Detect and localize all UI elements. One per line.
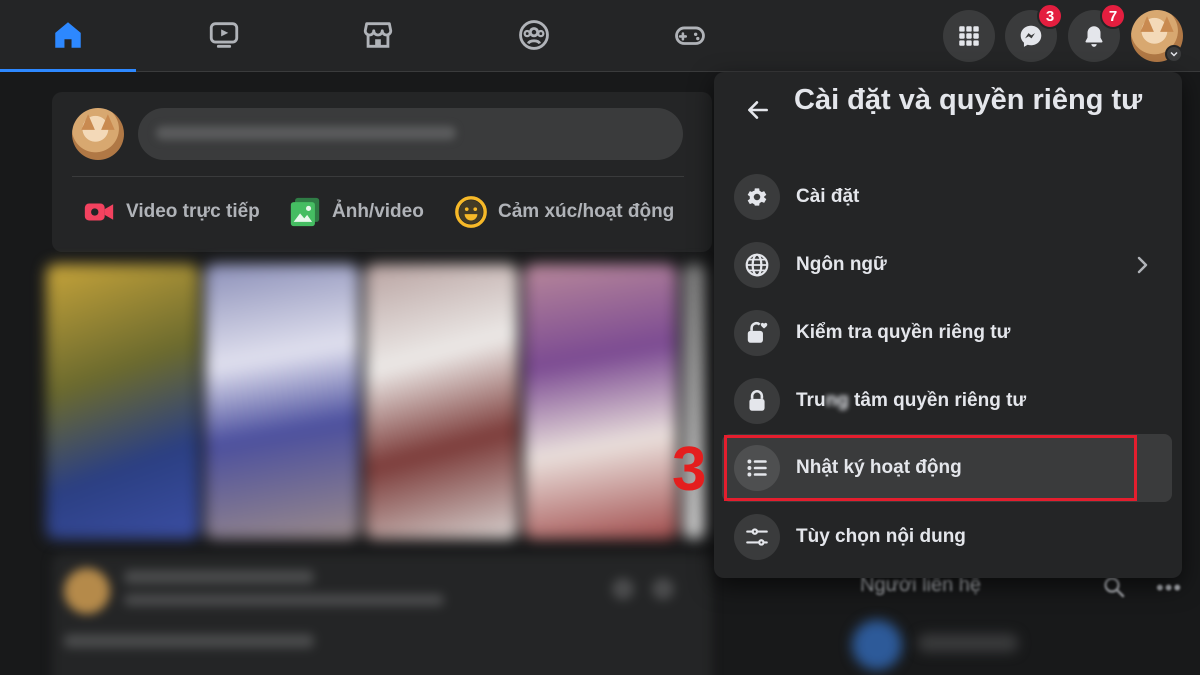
search-icon[interactable] [1102,575,1126,599]
lock-icon [734,378,780,424]
composer-divider [72,176,684,177]
bell-icon [1085,26,1103,47]
menu-item-label: Tùy chọn nội dung [796,526,966,547]
composer-avatar[interactable] [72,108,124,160]
notifications-button[interactable]: 7 [1068,3,1126,62]
tab-gaming[interactable] [622,0,758,70]
account-chevron-icon[interactable] [1165,45,1183,63]
messenger-button[interactable]: 3 [1005,3,1063,62]
tab-marketplace[interactable] [310,0,446,70]
photo-video-label: Ảnh/video [332,201,424,222]
groups-icon [519,20,549,50]
feeling-activity-button[interactable]: Cảm xúc/hoạt động [454,192,674,232]
highlight-box [724,435,1137,501]
feed-post-blurred [52,554,712,675]
back-button[interactable] [740,92,776,128]
grid-icon [959,26,979,46]
menu-grid-button[interactable] [943,10,995,62]
menu-item-privacy-center[interactable]: Trung tâm quyền riêng tư [722,370,1172,432]
menu-item-label: Kiểm tra quyền riêng tư [796,322,1011,343]
feeling-activity-label: Cảm xúc/hoạt động [498,201,675,222]
photo-video-button[interactable]: Ảnh/video [288,192,424,232]
tab-watch[interactable] [156,0,292,70]
marketplace-icon [363,22,393,48]
menu-item-label: Ngôn ngữ [796,254,887,275]
watch-video-icon [209,22,239,48]
composer-input[interactable] [138,108,683,160]
live-video-button[interactable]: Video trực tiếp [82,192,260,232]
more-options-icon[interactable]: ••• [1156,575,1182,601]
menu-item-label: Trung tâm quyền riêng tư [796,390,1026,412]
menu-item-language[interactable]: Ngôn ngữ [722,234,1172,296]
top-navigation-bar: 3 7 [0,0,1200,72]
blurred-placeholder [156,126,456,140]
menu-title: Cài đặt và quyền riêng tư [794,84,1143,116]
story-card[interactable] [46,264,200,539]
menu-item-settings[interactable]: Cài đặt [722,166,1172,228]
chevron-right-icon [1137,256,1148,274]
story-card[interactable] [523,264,677,539]
messenger-badge: 3 [1037,3,1063,29]
menu-item-privacy-checkup[interactable]: Kiểm tra quyền riêng tư [722,302,1172,364]
settings-privacy-menu: Cài đặt và quyền riêng tư Cài đặt Ngôn n… [714,72,1182,578]
sliders-icon [734,514,780,560]
live-video-icon [84,203,114,221]
step-number: 3 [672,435,707,504]
lock-heart-icon [734,310,780,356]
live-video-label: Video trực tiếp [126,201,260,222]
contact-avatar-blurred[interactable] [852,620,902,670]
stories-row-blurred [46,264,706,539]
menu-item-content-preferences[interactable]: Tùy chọn nội dung [722,506,1172,568]
messenger-icon [1020,25,1042,47]
gear-icon [734,174,780,220]
arrow-left-icon [748,101,768,119]
label-prefix: Tru [796,390,826,411]
tab-groups[interactable] [466,0,602,70]
story-card[interactable] [205,264,359,539]
globe-icon [734,242,780,288]
contact-name-blurred [918,634,1018,652]
label-blurred-part: ng [825,390,849,411]
feeling-icon [455,196,487,228]
story-card[interactable] [364,264,518,539]
gaming-icon [675,26,705,45]
notifications-badge: 7 [1100,3,1126,29]
label-suffix: tâm quyền riêng tư [848,390,1027,411]
home-icon [55,22,81,48]
tab-home[interactable] [0,0,136,72]
photo-video-icon [290,197,320,227]
menu-item-label: Cài đặt [796,186,860,207]
